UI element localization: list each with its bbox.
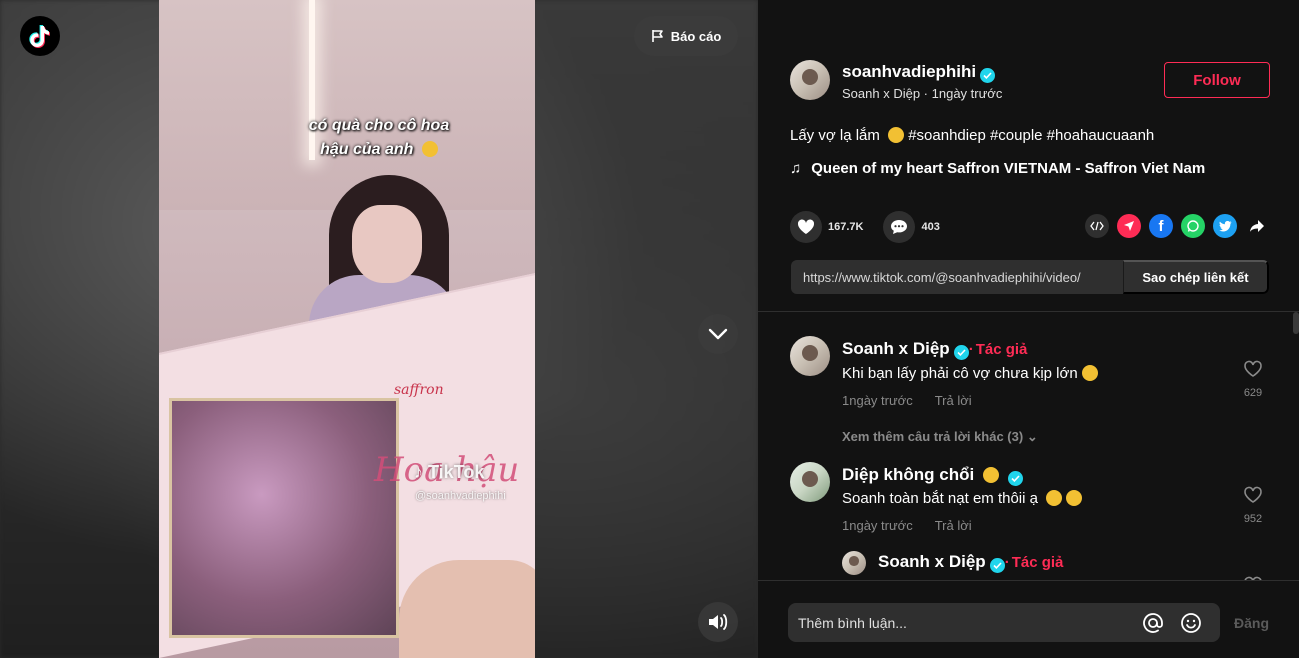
comments-list[interactable]: Soanh x Diệp · Tác giả Khi bạn lấy phải cô… [758,312,1299,580]
commenter-avatar[interactable] [790,462,830,502]
follow-button[interactable]: Follow [1164,62,1270,98]
comment-like-count: 952 [1243,513,1263,525]
send-to-friends-icon[interactable] [1117,214,1141,238]
flag-icon [651,30,663,42]
video-caption-line-1: có quà cho cô hoa [308,117,450,134]
reply-item: Soanh x Diệp · Tác giả [842,550,1270,580]
video-scene-person-face [352,205,422,283]
comment-meta: 1ngày trước Trả lời [842,518,972,533]
comment-item: Diệp không chổi Soanh toàn bắt nạt em th… [790,462,1270,542]
view-more-replies[interactable]: Xem thêm câu trả lời khác (3) ⌄ [842,429,1038,445]
verified-badge-icon [980,68,996,83]
video-description: Lấy vợ lạ lắm #soanhdiep #couple #hoahau… [790,127,1154,144]
mention-icon[interactable] [1142,612,1164,639]
comments-scrollbar[interactable] [1293,312,1299,334]
rolling-eyes-emoji-icon [982,467,999,483]
comment-count: 403 [921,221,940,233]
flushed-emoji-icon [1081,365,1098,381]
verified-badge-icon [989,558,1005,573]
next-video-button[interactable] [698,314,738,354]
video-watermark: ♪ TikTok [414,462,485,482]
twitter-icon[interactable] [1213,214,1237,238]
video-link-box: https://www.tiktok.com/@soanhvadiephihi/… [791,260,1269,294]
comment-time: 1ngày trước [842,393,913,408]
speaker-icon [709,614,728,630]
video-link-url[interactable]: https://www.tiktok.com/@soanhvadiephihi/… [791,270,1123,285]
video-frame[interactable]: saffron Hoa hậu có quà cho cô hoa hậu củ… [159,0,535,658]
reply-button[interactable]: Trả lời [935,393,972,408]
comment-input[interactable] [798,603,1128,642]
comment-text: Khi bạn lấy phải cô vợ chưa kịp lớn [842,365,1098,382]
pleading-emoji-icon [1066,490,1083,506]
comment-text: Soanh toàn bắt nạt em thôii ạ [842,490,1083,507]
music-info[interactable]: ♫ Queen of my heart Saffron VIETNAM - Sa… [790,160,1205,177]
heart-outline-icon [1244,360,1262,377]
comment-like-count: 629 [1243,387,1263,399]
music-title[interactable]: Queen of my heart Saffron VIETNAM - Saff… [811,160,1205,177]
facebook-icon[interactable]: f [1149,214,1173,238]
heart-outline-icon [1244,486,1262,503]
share-arrow-icon[interactable] [1245,214,1269,238]
comment-bubble-icon [891,220,908,234]
comment-time: 1ngày trước [842,518,913,533]
video-caption-line-2: hậu của anh [279,138,479,162]
author-tag: Tác giả [1011,554,1064,571]
video-caption: có quà cho cô hoa hậu của anh [279,114,479,162]
author-username[interactable]: soanhvadiephihi [842,62,996,83]
comment-like[interactable]: 629 [1236,360,1270,399]
author-avatar[interactable] [790,60,830,100]
author-tag: Tác giả [975,341,1028,358]
video-info-panel: soanhvadiephihi Soanh x Diệp · 1ngày trư… [758,0,1299,658]
comment-like[interactable]: 952 [1236,486,1270,525]
report-label: Báo cáo [670,28,722,44]
like-button[interactable] [790,211,822,243]
verified-badge-icon [1007,471,1023,486]
whatsapp-icon[interactable] [1181,214,1205,238]
post-comment-button[interactable]: Đăng [1234,615,1269,631]
verified-badge-icon [953,345,969,360]
volume-button[interactable] [698,602,738,642]
pleading-emoji-icon [1046,490,1063,506]
embed-code-icon[interactable] [1085,214,1109,238]
gift-box-logo: saffron [394,382,444,398]
commenter-name[interactable]: Soanh x Diệp · Tác giả [842,339,1027,360]
music-note-icon: ♫ [790,160,802,177]
video-scene-hand [399,560,535,658]
video-player-area[interactable]: saffron Hoa hậu có quà cho cô hoa hậu củ… [0,0,758,658]
description-text: Lấy vợ lạ lắm [790,127,880,144]
video-watermark-user: @soanhvadiephihi [415,490,506,502]
chevron-down-icon: ⌄ [1026,429,1038,444]
reply-button[interactable]: Trả lời [935,518,972,533]
emoji-picker-icon[interactable] [1180,612,1202,639]
engagement-stats: 167.7K 403 [790,211,960,243]
commenter-name[interactable]: Diệp không chổi [842,465,1023,486]
author-nickname: Soanh x Diệp [842,86,921,101]
report-button[interactable]: Báo cáo [634,16,738,56]
video-scene-flowers [169,398,399,638]
comment-item: Soanh x Diệp · Tác giả Khi bạn lấy phải cô… [790,336,1270,446]
tiktok-video-page: saffron Hoa hậu có quà cho cô hoa hậu củ… [0,0,1299,658]
chevron-down-icon [708,328,728,340]
commenter-avatar[interactable] [790,336,830,376]
author-subline: Soanh x Diệp · 1ngày trước [842,86,1003,101]
share-options: f [1085,214,1269,238]
comment-input-box[interactable] [788,603,1220,642]
video-scene-wall [159,0,535,210]
post-time: 1ngày trước [931,86,1003,101]
like-count: 167.7K [828,221,864,233]
commenter-name[interactable]: Soanh x Diệp · Tác giả [878,552,1063,573]
kiss-emoji-icon [421,141,438,157]
copy-link-button[interactable]: Sao chép liên kết [1123,260,1269,294]
comment-button[interactable] [883,211,916,243]
heart-icon [797,219,815,234]
description-hashtags[interactable]: #soanhdiep #couple #hoahaucuaanh [908,127,1154,144]
tiktok-logo-icon[interactable] [20,16,60,56]
comment-meta: 1ngày trước Trả lời [842,393,972,408]
commenter-avatar[interactable] [842,551,866,575]
comment-composer: Đăng [758,580,1299,658]
grin-emoji-icon [888,127,905,143]
